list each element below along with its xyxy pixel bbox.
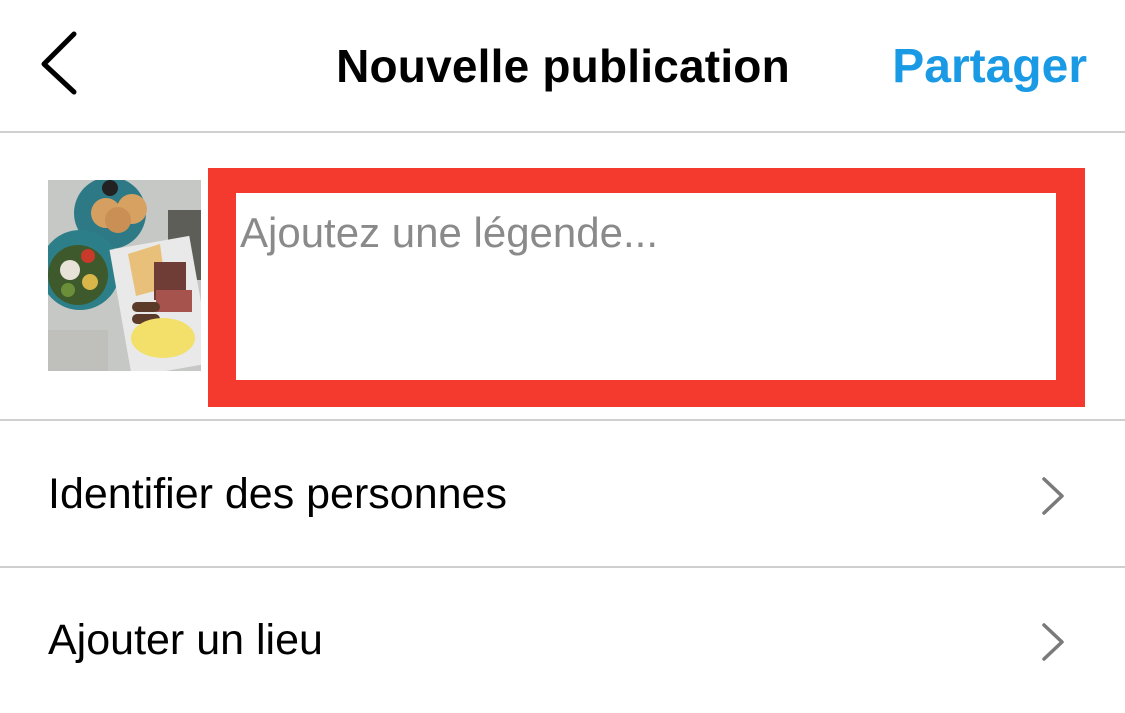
header-divider xyxy=(0,131,1125,133)
chevron-right-icon xyxy=(1042,477,1064,515)
add-location-row[interactable]: Ajouter un lieu xyxy=(0,568,1125,713)
share-button[interactable]: Partager xyxy=(892,0,1087,132)
back-button[interactable] xyxy=(38,30,82,96)
add-location-label: Ajouter un lieu xyxy=(48,616,323,664)
chevron-left-icon xyxy=(41,31,77,95)
chevron-right-icon xyxy=(1042,623,1064,661)
composer-divider xyxy=(0,419,1125,421)
new-post-screen: Nouvelle publication Partager Ajoutez un… xyxy=(0,0,1125,713)
nav-header: Nouvelle publication Partager xyxy=(0,0,1125,132)
tag-people-row[interactable]: Identifier des personnes xyxy=(0,422,1125,567)
caption-input[interactable] xyxy=(236,193,1056,380)
tag-people-label: Identifier des personnes xyxy=(48,470,507,518)
food-photo-thumbnail[interactable] xyxy=(48,180,201,371)
